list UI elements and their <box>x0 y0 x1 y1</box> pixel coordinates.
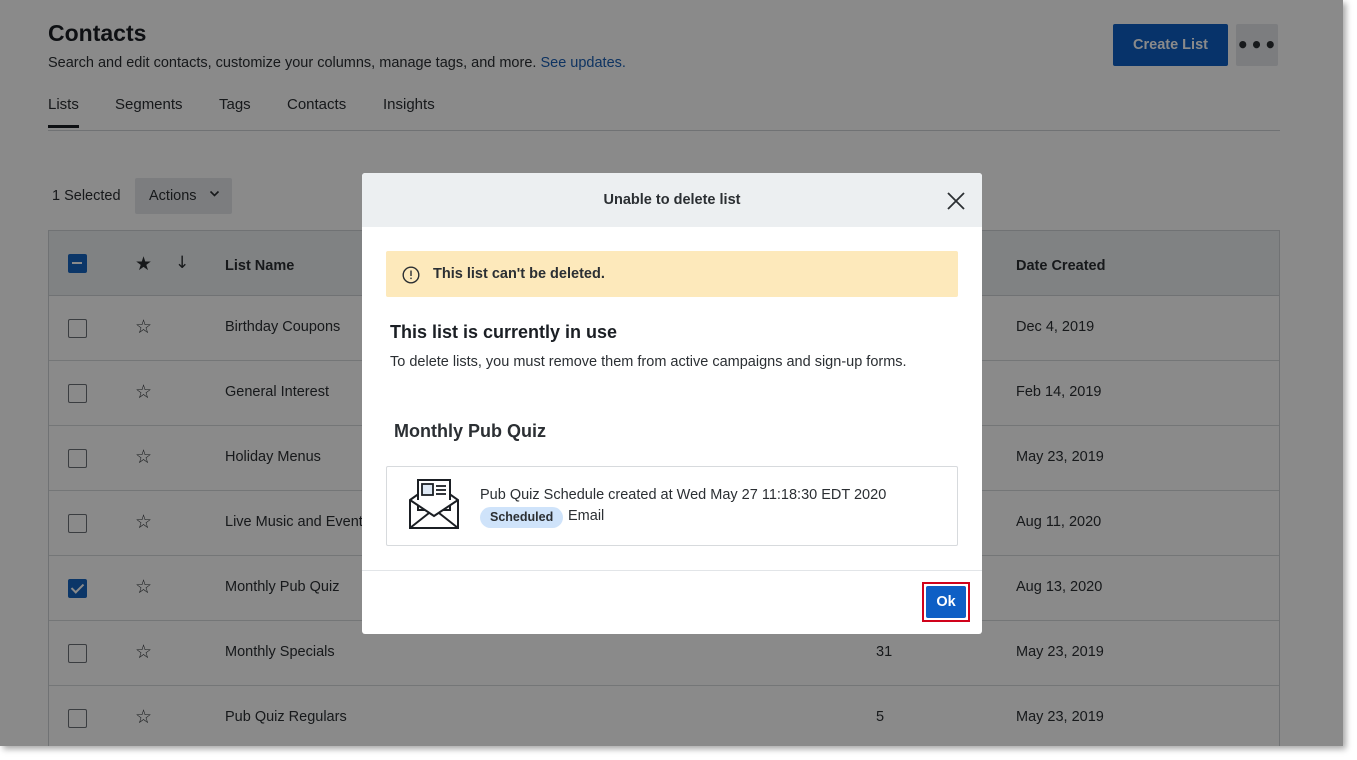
campaign-type: Email <box>568 508 605 524</box>
dialog-heading: This list is currently in use <box>390 322 618 342</box>
app-window: Contacts Search and edit contacts, custo… <box>0 0 1343 746</box>
dialog-footer-divider <box>362 570 982 571</box>
email-campaign-icon <box>407 476 462 531</box>
ok-button-highlight: Ok <box>922 582 970 622</box>
unable-to-delete-dialog: Unable to delete list This list can't be… <box>362 173 982 634</box>
campaign-name[interactable]: Pub Quiz Schedule created at Wed May 27 … <box>480 487 886 503</box>
alert-message: This list can't be deleted. <box>433 266 605 282</box>
list-name-heading: Monthly Pub Quiz <box>394 421 546 441</box>
ok-button[interactable]: Ok <box>926 586 966 618</box>
campaign-card: Pub Quiz Schedule created at Wed May 27 … <box>386 466 958 546</box>
status-badge: Scheduled <box>480 507 564 528</box>
dialog-title: Unable to delete list <box>603 192 741 208</box>
warning-alert: This list can't be deleted. <box>386 251 958 297</box>
dialog-description: To delete lists, you must remove them fr… <box>390 354 907 370</box>
dialog-header: Unable to delete list <box>362 173 982 227</box>
close-icon[interactable] <box>945 190 967 212</box>
warning-info-icon <box>402 266 420 284</box>
